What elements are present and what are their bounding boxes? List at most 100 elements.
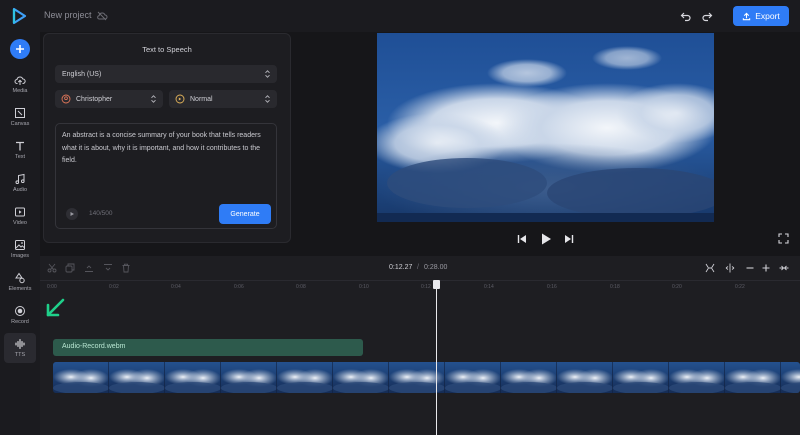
duplicate-icon[interactable] xyxy=(65,263,75,273)
ruler-tick: 0:22 xyxy=(735,284,745,290)
sidebar-item-label: Media xyxy=(12,88,28,94)
sidebar-item-video[interactable]: Video xyxy=(4,201,36,231)
tts-panel: Text to Speech English (US) Christopher … xyxy=(43,33,291,243)
trash-icon[interactable] xyxy=(121,263,131,273)
project-name[interactable]: New project xyxy=(44,10,92,20)
play-icon[interactable] xyxy=(539,232,553,246)
waveform-icon xyxy=(15,338,25,350)
bring-forward-icon[interactable] xyxy=(84,263,94,273)
char-count: 140/500 xyxy=(89,210,113,217)
scissors-icon[interactable] xyxy=(47,263,57,273)
panel-title: Text to Speech xyxy=(142,45,192,54)
zoom-in-icon[interactable] xyxy=(761,263,771,273)
sidebar-item-label: Images xyxy=(10,253,30,259)
ruler-tick: 0:04 xyxy=(171,284,181,290)
arrow-down-left-icon xyxy=(46,298,65,317)
total-time: 0:28.00 xyxy=(424,264,448,271)
shapes-icon xyxy=(15,272,25,284)
fit-timeline-icon[interactable] xyxy=(705,263,715,273)
redo-icon[interactable] xyxy=(701,10,713,22)
audio-clip-label: Audio-Record.webm xyxy=(62,343,126,350)
split-icon[interactable] xyxy=(725,263,735,273)
preview-play-button[interactable] xyxy=(66,208,78,220)
video-clip[interactable] xyxy=(53,362,800,393)
play-icon xyxy=(70,212,74,216)
app-logo-icon[interactable] xyxy=(9,6,29,26)
upload-cloud-icon xyxy=(14,76,26,85)
ruler-tick: 0:02 xyxy=(109,284,119,290)
sidebar-item-label: Elements xyxy=(8,286,32,292)
undo-icon[interactable] xyxy=(680,10,692,22)
fullscreen-icon[interactable] xyxy=(778,233,789,244)
chevron-updown-icon xyxy=(265,95,270,103)
cloud-icon xyxy=(97,11,108,21)
generate-button[interactable]: Generate xyxy=(219,204,271,224)
chevron-updown-icon xyxy=(151,95,156,103)
collapse-icon[interactable] xyxy=(779,263,789,273)
timeline: 0:12.27 / 0:28.00 0:00 0:02 0:04 0:06 0:… xyxy=(40,256,800,435)
chevron-updown-icon xyxy=(265,70,270,78)
ruler-tick: 0:14 xyxy=(484,284,494,290)
playhead[interactable] xyxy=(436,282,437,435)
record-icon xyxy=(15,306,25,316)
timeline-toolbar: 0:12.27 / 0:28.00 xyxy=(40,256,800,280)
tts-text-input[interactable]: An abstract is a concise summary of your… xyxy=(55,123,277,229)
sidebar-item-record[interactable]: Record xyxy=(4,300,36,330)
sidebar-item-tts[interactable]: TTS xyxy=(4,333,36,363)
video-thumbnails xyxy=(53,362,800,393)
sidebar-item-label: Canvas xyxy=(10,121,30,127)
sidebar-item-label: Text xyxy=(14,154,26,160)
current-time: 0:12.27 xyxy=(389,264,413,271)
ruler-tick: 0:10 xyxy=(359,284,369,290)
sidebar-item-label: Video xyxy=(13,220,27,226)
voice-value: Christopher xyxy=(76,95,113,103)
voice-select[interactable]: Christopher xyxy=(55,90,163,108)
ruler-tick: 0:18 xyxy=(610,284,620,290)
speed-value: Normal xyxy=(190,95,213,103)
sidebar-item-audio[interactable]: Audio xyxy=(4,168,36,198)
tts-text-content[interactable]: An abstract is a concise summary of your… xyxy=(62,130,272,168)
upload-icon xyxy=(743,12,751,20)
playback-controls xyxy=(516,231,576,247)
time-separator: / xyxy=(417,264,419,271)
crop-icon xyxy=(15,108,25,118)
sidebar: Media Canvas Text Audio Video Images Ele… xyxy=(0,32,40,435)
sidebar-item-elements[interactable]: Elements xyxy=(4,267,36,297)
sidebar-item-label: TTS xyxy=(14,352,26,358)
preview-frame xyxy=(377,33,714,222)
sidebar-item-label: Audio xyxy=(12,187,28,193)
image-icon xyxy=(15,240,25,250)
ruler-tick: 0:08 xyxy=(296,284,306,290)
speed-select[interactable]: Normal xyxy=(169,90,277,108)
music-note-icon xyxy=(15,173,25,184)
voice-avatar-icon xyxy=(61,94,71,104)
export-label: Export xyxy=(755,11,780,21)
send-backward-icon[interactable] xyxy=(103,263,113,273)
sidebar-item-label: Record xyxy=(11,319,29,325)
sidebar-item-canvas[interactable]: Canvas xyxy=(4,102,36,132)
skip-forward-icon[interactable] xyxy=(563,233,575,245)
app-root: New project Export Media Canvas Text Aud… xyxy=(0,0,800,435)
ruler-tick: 0:12 xyxy=(421,284,431,290)
skip-back-icon[interactable] xyxy=(516,233,528,245)
sidebar-item-text[interactable]: Text xyxy=(4,135,36,165)
sidebar-item-media[interactable]: Media xyxy=(4,69,36,99)
audio-clip[interactable]: Audio-Record.webm xyxy=(53,339,363,356)
ruler-tick: 0:16 xyxy=(547,284,557,290)
language-value: English (US) xyxy=(62,70,102,78)
speed-icon xyxy=(175,94,185,104)
sidebar-item-images[interactable]: Images xyxy=(4,234,36,264)
language-select[interactable]: English (US) xyxy=(55,65,277,83)
ruler-tick: 0:00 xyxy=(47,284,57,290)
export-button[interactable]: Export xyxy=(733,6,789,26)
add-button[interactable] xyxy=(10,39,30,59)
zoom-out-icon[interactable] xyxy=(745,263,755,273)
video-preview[interactable] xyxy=(377,33,714,222)
top-bar: New project Export xyxy=(0,0,800,32)
video-icon xyxy=(15,207,25,217)
ruler-tick: 0:20 xyxy=(672,284,682,290)
text-icon xyxy=(16,141,24,151)
plus-icon xyxy=(16,45,24,53)
timeline-ruler[interactable]: 0:00 0:02 0:04 0:06 0:08 0:10 0:12 0:14 … xyxy=(40,280,800,294)
ruler-tick: 0:06 xyxy=(234,284,244,290)
